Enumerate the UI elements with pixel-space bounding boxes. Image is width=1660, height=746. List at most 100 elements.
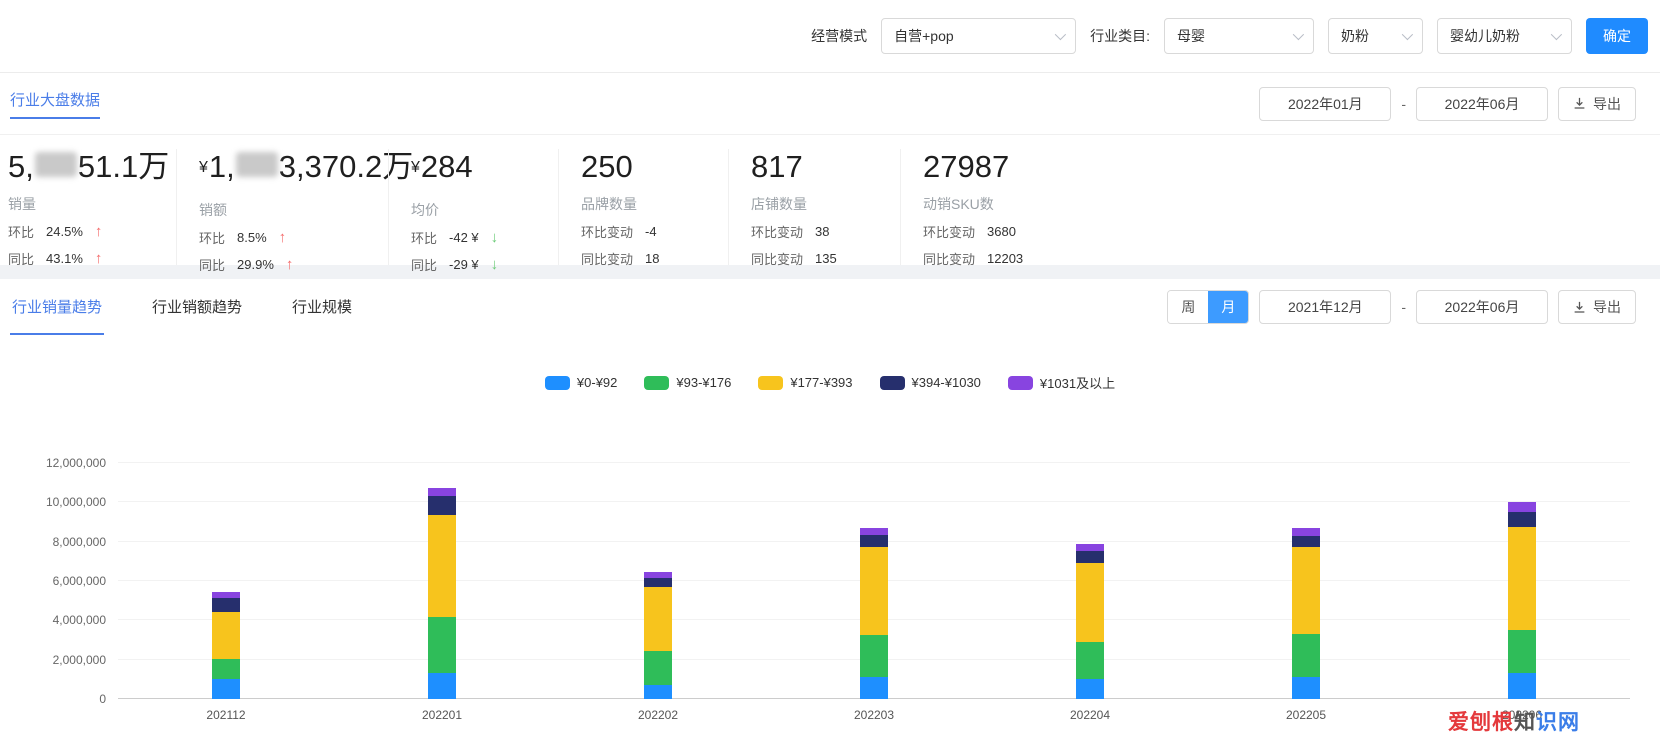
watermark-char: 知 bbox=[1514, 711, 1536, 734]
tab-1[interactable]: 行业销量趋势 bbox=[10, 279, 105, 335]
masked-digits bbox=[235, 152, 278, 177]
bar-202203[interactable] bbox=[860, 527, 888, 699]
category-select-1[interactable]: 母婴 bbox=[1164, 18, 1314, 54]
bar-segment[interactable] bbox=[1076, 550, 1104, 564]
bar-segment[interactable] bbox=[1508, 673, 1536, 699]
category-select-2[interactable]: 奶粉 bbox=[1328, 18, 1423, 54]
download-icon bbox=[1574, 97, 1585, 109]
trend-date-end-input[interactable]: 2022年06月 bbox=[1416, 290, 1548, 324]
date-separator: - bbox=[1401, 299, 1406, 315]
bar-segment[interactable] bbox=[1076, 543, 1104, 551]
bar-segment[interactable] bbox=[1292, 677, 1320, 699]
kpi-label: 销额 bbox=[199, 202, 227, 218]
legend-chip bbox=[544, 375, 570, 390]
legend-chip bbox=[1007, 375, 1033, 390]
metric-value: 8.5% bbox=[237, 230, 267, 245]
x-axis-tick-label: 202203 bbox=[853, 708, 895, 722]
legend-label: ¥93-¥176 bbox=[676, 375, 732, 390]
overview-date-end-input[interactable]: 2022年06月 bbox=[1416, 86, 1548, 121]
bar-segment[interactable] bbox=[428, 515, 456, 618]
metric-key: 同比 bbox=[411, 258, 438, 273]
kpi-metric-row: 环比 8.5% ↑ bbox=[199, 228, 388, 247]
chevron-down-icon bbox=[1292, 28, 1305, 41]
bar-segment[interactable] bbox=[644, 685, 672, 699]
legend-item[interactable]: ¥93-¥176 bbox=[644, 375, 731, 390]
arrow-up-icon: ↑ bbox=[285, 256, 294, 273]
kpi-card-5: 817 店铺数量 环比变动 38 同比变动 135 bbox=[728, 149, 900, 267]
bar-202206[interactable] bbox=[1508, 502, 1536, 699]
bar-segment[interactable] bbox=[1292, 527, 1320, 536]
period-toggle-1[interactable]: 周 bbox=[1168, 291, 1209, 323]
metric-key: 同比变动 bbox=[923, 252, 976, 267]
business-mode-label: 经营模式 bbox=[811, 28, 868, 44]
legend-item[interactable]: ¥0-¥92 bbox=[544, 375, 617, 390]
watermark-char: 识 bbox=[1536, 711, 1558, 734]
watermark-char: 根 bbox=[1492, 711, 1514, 734]
bar-segment[interactable] bbox=[1292, 634, 1320, 678]
bar-segment[interactable] bbox=[860, 534, 888, 547]
x-axis-tick-label: 202204 bbox=[1069, 708, 1111, 722]
trend-date-start-input[interactable]: 2021年12月 bbox=[1259, 290, 1392, 324]
bar-segment[interactable] bbox=[1292, 546, 1320, 635]
bar-segment[interactable] bbox=[1508, 502, 1536, 513]
bar-202205[interactable] bbox=[1292, 527, 1320, 699]
legend-chip bbox=[644, 375, 670, 390]
overview-export-button[interactable]: 导出 bbox=[1558, 86, 1636, 121]
bar-segment[interactable] bbox=[1076, 563, 1104, 642]
bar-segment[interactable] bbox=[1076, 679, 1104, 699]
bar-202202[interactable] bbox=[644, 572, 672, 699]
bar-segment[interactable] bbox=[428, 496, 456, 516]
metric-key: 同比 bbox=[8, 252, 35, 267]
bar-segment[interactable] bbox=[860, 677, 888, 699]
bar-segment[interactable] bbox=[212, 658, 240, 680]
kpi-value-text: 1, bbox=[208, 149, 235, 184]
business-mode-select[interactable]: 自营+pop bbox=[881, 18, 1077, 54]
y-axis-tick-label: 10,000,000 bbox=[45, 495, 106, 510]
kpi-label: 销量 bbox=[8, 196, 36, 212]
bar-segment[interactable] bbox=[428, 617, 456, 674]
bar-segment[interactable] bbox=[212, 597, 240, 612]
bar-202112[interactable] bbox=[212, 591, 240, 699]
bar-202204[interactable] bbox=[1076, 543, 1104, 699]
metric-key: 环比变动 bbox=[923, 225, 976, 240]
overview-title-link[interactable]: 行业大盘数据 bbox=[10, 89, 101, 119]
bar-segment[interactable] bbox=[1292, 535, 1320, 547]
legend-label: ¥394-¥1030 bbox=[911, 375, 981, 390]
tab-2[interactable]: 行业销额趋势 bbox=[150, 279, 244, 335]
watermark-char: 网 bbox=[1558, 711, 1580, 734]
trend-export-button[interactable]: 导出 bbox=[1558, 290, 1636, 324]
legend-item[interactable]: ¥177-¥393 bbox=[758, 375, 853, 390]
bar-202201[interactable] bbox=[428, 487, 456, 699]
confirm-button[interactable]: 确定 bbox=[1586, 18, 1648, 54]
arrow-up-icon: ↑ bbox=[278, 229, 287, 246]
bar-segment[interactable] bbox=[428, 487, 456, 497]
bar-segment[interactable] bbox=[1508, 630, 1536, 674]
bar-segment[interactable] bbox=[428, 673, 456, 699]
watermark: 爱刨根知识网 bbox=[1448, 706, 1580, 736]
bar-segment[interactable] bbox=[1508, 526, 1536, 631]
bar-segment[interactable] bbox=[1076, 641, 1104, 680]
overview-date-start-input[interactable]: 2022年01月 bbox=[1259, 86, 1392, 121]
period-toggle-2[interactable]: 月 bbox=[1208, 291, 1249, 323]
y-axis-tick-label: 12,000,000 bbox=[45, 456, 106, 470]
bar-segment[interactable] bbox=[860, 635, 888, 678]
legend-label: ¥1031及以上 bbox=[1039, 376, 1116, 391]
category-select-3[interactable]: 婴幼儿奶粉 bbox=[1437, 18, 1572, 54]
bar-segment[interactable] bbox=[1508, 512, 1536, 527]
category-select-value: 婴幼儿奶粉 bbox=[1450, 28, 1520, 44]
bar-segment[interactable] bbox=[212, 611, 240, 659]
tab-3[interactable]: 行业规模 bbox=[290, 279, 354, 335]
kpi-metric-row: 环比 -42 ¥ ↓ bbox=[411, 228, 558, 247]
bar-segment[interactable] bbox=[644, 650, 672, 686]
bar-segment[interactable] bbox=[644, 578, 672, 587]
legend-item[interactable]: ¥1031及以上 bbox=[1007, 373, 1116, 392]
kpi-label: 动销SKU数 bbox=[923, 196, 994, 212]
legend-item[interactable]: ¥394-¥1030 bbox=[879, 375, 981, 390]
bar-segment[interactable] bbox=[860, 546, 888, 636]
bar-segment[interactable] bbox=[860, 527, 888, 535]
bar-segment[interactable] bbox=[212, 679, 240, 699]
kpi-metric-row: 同比变动 18 bbox=[581, 249, 728, 268]
legend-chip bbox=[758, 375, 784, 390]
bar-segment[interactable] bbox=[644, 586, 672, 651]
kpi-value: 5, 51.1万 bbox=[8, 149, 176, 185]
